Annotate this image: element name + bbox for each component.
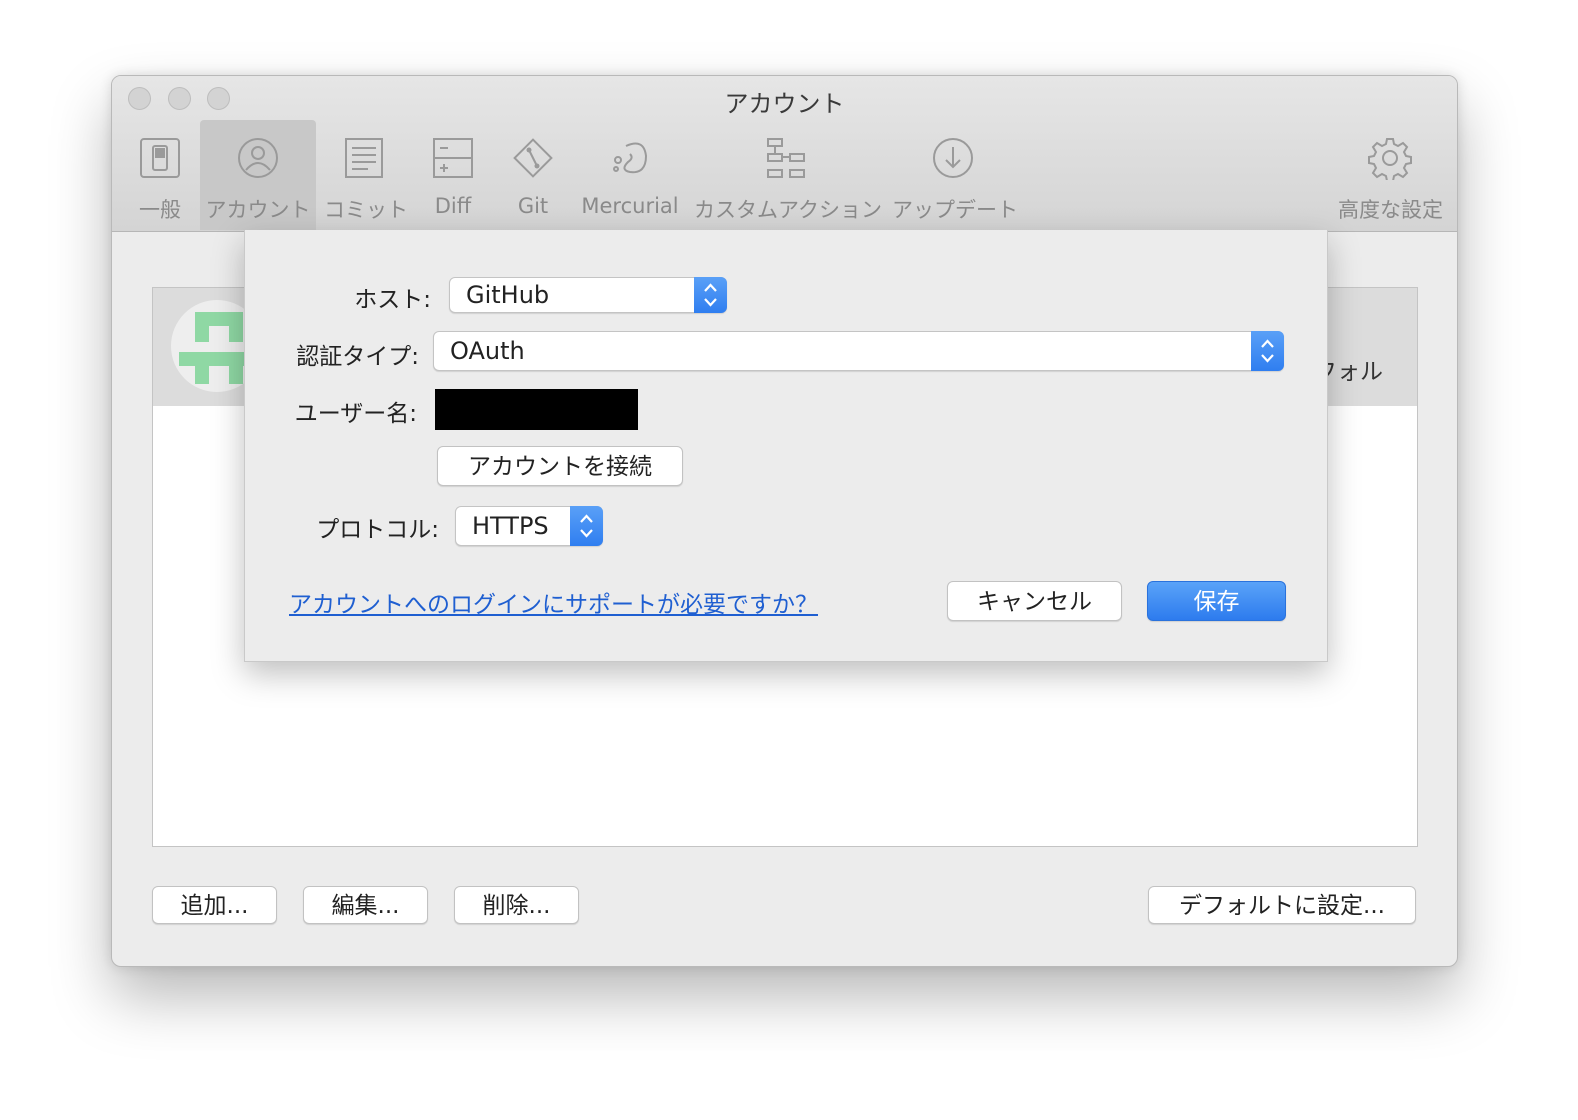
mercurial-icon <box>613 142 648 174</box>
protocol-select-stepper[interactable] <box>570 506 603 546</box>
toolbar-tab-git[interactable]: Git <box>502 120 564 230</box>
window-title: アカウント <box>724 90 845 118</box>
toolbar-tab-label: Diff <box>434 194 472 218</box>
auth-type-select[interactable]: OAuth <box>433 331 1284 371</box>
toolbar-tab-label: Mercurial <box>581 194 679 218</box>
host-select-stepper[interactable] <box>694 277 727 313</box>
host-label: ホスト: <box>354 287 431 313</box>
protocol-select-value: HTTPS <box>472 512 549 540</box>
custom-action-icon <box>767 138 805 178</box>
toolbar-tab-general[interactable]: 一般 <box>130 120 190 230</box>
save-button[interactable]: 保存 <box>1147 581 1286 621</box>
toolbar-tab-label: 一般 <box>139 198 181 222</box>
username-redacted-field <box>435 389 638 430</box>
auth-type-select-stepper[interactable] <box>1251 331 1284 371</box>
commit-document-icon <box>345 138 383 178</box>
toolbar-tab-custom-actions[interactable]: カスタムアクション <box>694 120 882 230</box>
chevron-up-down-icon <box>1261 339 1274 363</box>
toolbar-tab-advanced[interactable]: 高度な設定 <box>1338 120 1443 230</box>
host-select[interactable]: GitHub <box>449 277 727 313</box>
toolbar-tab-label: コミット <box>324 198 408 222</box>
protocol-label: プロトコル: <box>316 517 439 543</box>
toolbar-tab-label: カスタムアクション <box>694 198 882 222</box>
host-select-value: GitHub <box>466 281 550 309</box>
toolbar-tab-updates[interactable]: アップデート <box>892 120 1018 230</box>
auth-type-label: 認証タイプ: <box>296 344 419 370</box>
account-person-icon <box>238 138 278 178</box>
toolbar-tab-commit[interactable]: コミット <box>324 120 408 230</box>
set-default-button[interactable]: デフォルトに設定... <box>1148 886 1416 924</box>
diff-icon <box>433 138 473 178</box>
auth-type-select-value: OAuth <box>450 337 525 365</box>
add-account-button[interactable]: 追加... <box>152 886 277 924</box>
toolbar-tab-accounts[interactable]: アカウント <box>200 120 316 230</box>
toolbar-tab-diff[interactable]: Diff <box>422 120 484 230</box>
login-help-link[interactable]: アカウントへのログインにサポートが必要ですか？ <box>289 585 818 619</box>
account-edit-sheet: ホスト: GitHub 認証タイプ: OAuth ユーザー名: アカウントを接続… <box>244 230 1328 662</box>
chevron-up-down-icon <box>704 283 717 307</box>
delete-account-button[interactable]: 削除... <box>454 886 579 924</box>
toolbar-tab-label: アカウント <box>205 198 311 222</box>
toolbar-tab-mercurial[interactable]: Mercurial <box>578 120 682 230</box>
toolbar-tab-label: 高度な設定 <box>1338 198 1443 222</box>
chevron-up-down-icon <box>580 514 593 538</box>
cancel-button[interactable]: キャンセル <box>947 581 1122 621</box>
protocol-select[interactable]: HTTPS <box>455 506 603 546</box>
update-download-icon <box>933 138 973 178</box>
gear-icon <box>1368 138 1412 180</box>
edit-account-button[interactable]: 編集... <box>303 886 428 924</box>
connect-account-button[interactable]: アカウントを接続 <box>437 446 683 486</box>
toolbar: アカウント 一般 アカウント コミット Diff Git Mercurial カ… <box>112 76 1457 232</box>
git-icon <box>513 138 553 178</box>
toolbar-tab-label: アップデート <box>892 198 1018 222</box>
general-switch-icon <box>140 138 180 178</box>
username-label: ユーザー名: <box>294 401 417 427</box>
toolbar-tab-label: Git <box>517 194 549 218</box>
